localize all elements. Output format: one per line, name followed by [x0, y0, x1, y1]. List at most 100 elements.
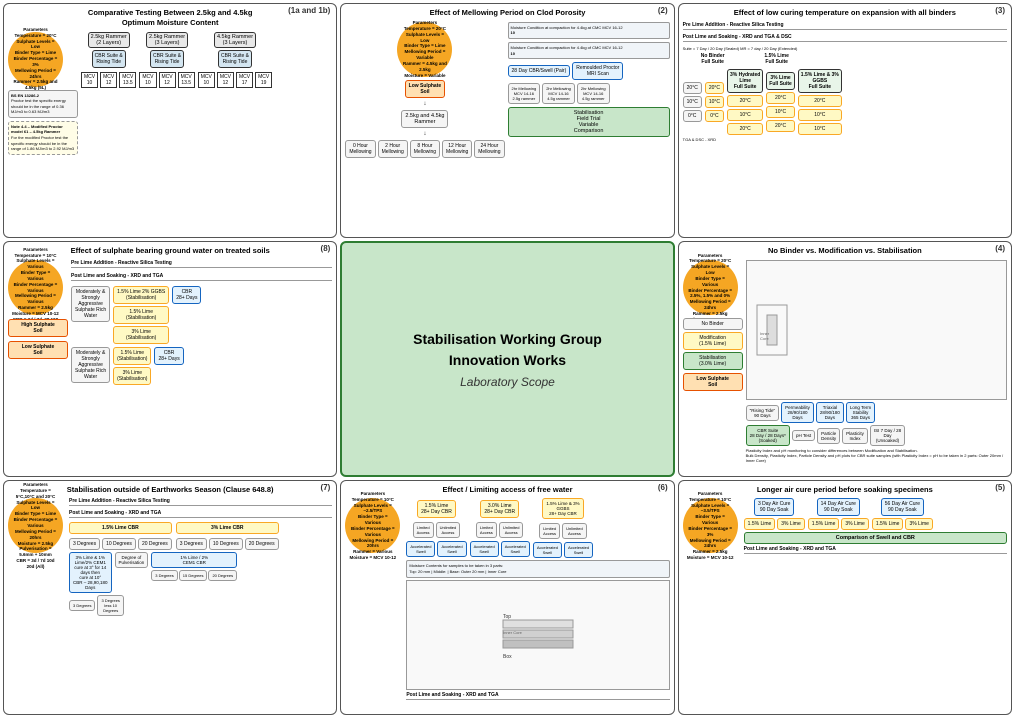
- panel-1-std-box: BS EN 13286-2 Proctor test the specific …: [8, 90, 78, 118]
- t-low-1: 1.5% Lime(Stabilisation): [113, 347, 151, 365]
- t-high-1: 1.5% Lime 2% GGBS(Stabilisation): [113, 286, 169, 304]
- limited-3: LimitedAccess: [539, 523, 560, 539]
- lime-1-5-treatment: 1.5% Lime28+ Day CBR LimitedAccess Unlim…: [406, 500, 466, 557]
- panel-4-params: Parameters Temperature = 20°C Sulphate L…: [683, 260, 738, 315]
- accel-swell-3b: AcceleratedSwell: [564, 542, 593, 558]
- mellowing-periods: 0 HourMellowing 2 HourMellowing 8 HourMe…: [345, 140, 504, 158]
- lime-temp-10: 10°C: [705, 96, 724, 108]
- mellowing-2hr: 2 HourMellowing: [378, 140, 408, 158]
- post-lime-7: Post Lime and Soaking - XRD and TGA: [69, 510, 332, 518]
- panel-4: (4) No Binder vs. Modification vs. Stabi…: [678, 241, 1012, 476]
- nb-temp-10: 10°C: [683, 96, 702, 108]
- cure-3-day: 3 Day Air Cure90 Day Soak 1.5% Lime 3% L…: [744, 498, 805, 530]
- rammer-1-label: 2.5kg Rammer(2 Layers): [88, 32, 130, 48]
- combo-lime-box: 3% Lime & 1%Lime/2% CEM1cure at 3° for 1…: [69, 552, 112, 593]
- panel-6-title: Effect / Limiting access of free water: [345, 485, 669, 495]
- isi-test: ISI 7 Day / 28Day(Unsoaked): [870, 425, 905, 446]
- panel-5-title: Longer air cure period before soaking sp…: [683, 485, 1007, 495]
- plasticity-index-test: PlasticityIndex: [842, 428, 868, 444]
- mcv-row-2: MCV10 MCV12 MCV13.5: [139, 72, 194, 88]
- panel-4-title: No Binder vs. Modification vs. Stabilisa…: [683, 246, 1007, 256]
- panel-3-content: Pre Lime Addition - Reactive Silica Test…: [683, 22, 1007, 225]
- mcv-cell: MCV10: [198, 72, 215, 88]
- column-headers: No Binder Modification(1.5% Lime) Stabil…: [683, 318, 743, 370]
- lime-ggbs-28d: 1.5% Lime & 3%GGBS28+ Day CBR: [542, 498, 583, 519]
- aggressive-box-low: Moderately &StronglyAggressiveSulphate R…: [71, 347, 110, 383]
- panel-2: (2) Effect of Mellowing Period on Clod P…: [340, 3, 674, 238]
- lime-3-label: 3% Lime CBR: [176, 522, 279, 534]
- mcv-cell: MCV12: [159, 72, 176, 88]
- t-high-2: 1.5% Lime(Stabilisation): [113, 306, 169, 324]
- limited-2: LimitedAccess: [476, 522, 497, 538]
- mellowing-0hr: 0 HourMellowing: [345, 140, 375, 158]
- panel-4-number: (4): [995, 244, 1005, 253]
- cbr-28-days: CBR28+ Days: [172, 286, 201, 304]
- cure-56-day-label: 56 Day Air Cure90 Day Soak: [881, 498, 924, 516]
- pre-lime-header: Pre Lime Addition - Reactive Silica Test…: [683, 22, 1007, 30]
- svg-text:Box: Box: [503, 654, 512, 660]
- pre-lime-8: Pre Lime Addition - Reactive Silica Test…: [71, 260, 332, 268]
- panel-8-right: Pre Lime Addition - Reactive Silica Test…: [71, 260, 332, 463]
- lime-1-5-label: 1.5% Lime CBR: [69, 522, 172, 534]
- treatments-6: 1.5% Lime28+ Day CBR LimitedAccess Unlim…: [406, 498, 669, 558]
- modification-col-label: Modification(1.5% Lime): [683, 332, 743, 350]
- svg-text:Top: Top: [503, 614, 511, 620]
- 3pct-lime-col: 3% LimeFull Suite 20°C 10°C 20°C: [766, 72, 795, 132]
- panel-2-title: Effect of Mellowing Period on Clod Poros…: [345, 8, 669, 18]
- mellowing-24hr: 24 HourMellowing: [474, 140, 504, 158]
- diagram-area-6: Top Box Inner Core: [406, 580, 669, 690]
- rammer-2-label: 2.5kg Rammer(3 Layers): [146, 32, 188, 48]
- lime-3-treatment: 3.0% Lime28+ Day CBR LimitedAccess Unlim…: [470, 500, 530, 557]
- accel-swell-2a: AcceleratedSwell: [470, 541, 499, 557]
- cem-label: 1% Lime / 2%CEM1 CBR: [151, 552, 237, 568]
- stabilisation-col-label: Stabilisation(3.0% Lime): [683, 352, 743, 370]
- unlimited-2: UnlimitedAccess: [499, 522, 524, 538]
- panel-5-left: Parameters Temperature = 10°C Sulphate L…: [683, 498, 741, 701]
- rammer-label-2: 2.5kg and 4.5kgRammer: [401, 110, 448, 128]
- no-binder-lime-row: 20°C 10°C 0°C 20°C 10°C 0°C 3% HydratedL…: [683, 69, 1007, 135]
- note-4: Plasticity Index and pH monitoring to co…: [746, 448, 1007, 463]
- limited-1: LimitedAccess: [413, 522, 434, 538]
- mcv-row-3: MCV10 MCV12 MCV17 MCV19: [198, 72, 273, 88]
- rising-tide-test: "Rising Tide"90 Days: [746, 405, 779, 421]
- treatments-low: 1.5% Lime(Stabilisation) 3% Lime(Stabili…: [113, 347, 151, 385]
- lime-1-5-col: 1.5% Lime CBR 3 Degrees 10 Degrees 20 De…: [69, 522, 172, 550]
- lime-temp-20: 20°C: [705, 82, 724, 94]
- suite-note: Suite = 7 Day / 20 Day (Sealed) MR = 7 d…: [683, 46, 1007, 51]
- panel-1-rammers: 2.5kg Rammer(2 Layers) CBR Suite &Rising…: [81, 32, 332, 235]
- post-lime-5: Post Lime and Soaking - XRD and TGA: [744, 546, 1007, 554]
- cbr-suite-3: CBR Suite &Rising Tide: [218, 50, 252, 68]
- hydrated-lime-col: 3% HydratedLimeFull Suite 20°C 10°C 20°C: [727, 69, 763, 135]
- tests-row: "Rising Tide"90 Days Permeability28/90/1…: [746, 402, 1007, 423]
- panel-3: (3) Effect of low curing temperature on …: [678, 3, 1012, 238]
- lime-1-5-cure56: 1.5% Lime: [872, 518, 904, 530]
- panel-2-content: Parameters Temperature = 20°C Sulphate L…: [345, 22, 669, 225]
- panel-3-title: Effect of low curing temperature on expa…: [683, 8, 1007, 18]
- temps-1-5: 3 Degrees 10 Degrees 20 Degrees: [69, 538, 172, 550]
- center-panel: Stabilisation Working Group Innovation W…: [340, 241, 674, 476]
- accel-swell-2b: AcceleratedSwell: [501, 541, 530, 557]
- center-title-line2: Innovation Works: [449, 350, 566, 371]
- lime-1-5-cure3: 1.5% Lime: [744, 518, 776, 530]
- cem-temps: 3 Degrees 15 Degrees 20 Degrees: [151, 570, 237, 581]
- panel-3-number: (3): [995, 6, 1005, 15]
- particle-density-test: ParticleDensity: [817, 428, 840, 444]
- panel-8-params: Parameters Temperature = 10°C Sulphate L…: [8, 260, 63, 315]
- post-lime-6: Post Lime and Soaking - XRD and TGA: [406, 692, 669, 700]
- no-binder-col: 20°C 10°C 0°C: [683, 82, 702, 122]
- pulverisation-box: Degree ofPulverisation: [115, 552, 149, 568]
- unlimited-1: UnlimitedAccess: [436, 522, 461, 538]
- cbr-mri-row: 28 Day CBR/Swell (Pair) Remoulded Procto…: [508, 62, 670, 80]
- mellowing-12hr: 12 HourMellowing: [442, 140, 472, 158]
- panel-1-note-box: Note 4.4 – Modified Proctor model 61 – 4…: [8, 121, 78, 155]
- panel-6: (6) Effect / Limiting access of free wat…: [340, 480, 674, 715]
- rammer-2: 2.5kg Rammer(3 Layers) CBR Suite &Rising…: [139, 32, 194, 88]
- low-sulphate-soil: Low SulphateSoil: [405, 80, 446, 98]
- cbr-suite-1: CBR Suite &Rising Tide: [92, 50, 126, 68]
- lime-col: 20°C 10°C 0°C: [705, 82, 724, 122]
- mcv-cell: MCV19: [255, 72, 272, 88]
- panel-1-title: Comparative Testing Between 2.5kg and 4.…: [8, 8, 332, 28]
- cure-14-day-label: 14 Day Air Cure90 Day Soak: [817, 498, 860, 516]
- sub-label-1: 2hr MellowingMCV 14-162.5g rammer: [508, 83, 541, 104]
- panel-7: (7) Stabilisation outside of Earthworks …: [3, 480, 337, 715]
